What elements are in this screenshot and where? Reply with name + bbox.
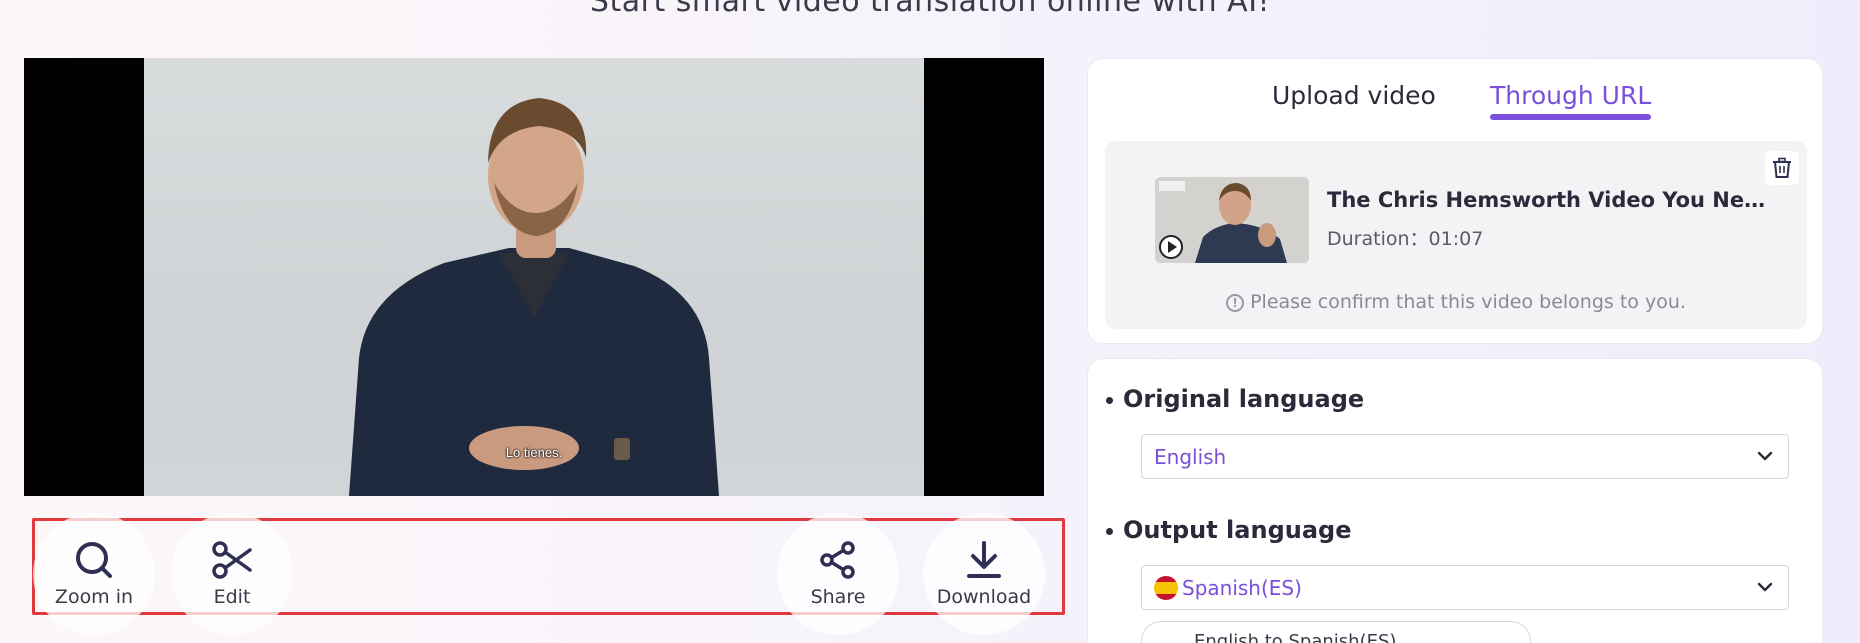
presenter-figure (349, 98, 719, 496)
video-frame: Lo tienes. (144, 58, 924, 496)
ownership-notice: ! Please confirm that this video belongs … (1105, 291, 1807, 313)
bullet-icon (1106, 396, 1113, 404)
share-button[interactable]: Share (777, 513, 899, 635)
chevron-down-icon (1757, 582, 1773, 592)
video-toolbar: Zoom in Edit Share Download (32, 513, 1065, 635)
output-language-label: Output language (1123, 516, 1352, 544)
edit-label: Edit (213, 586, 251, 608)
scissors-icon (212, 541, 252, 579)
language-pair-text: English to Spanish(ES) (1194, 630, 1397, 643)
tab-through-url[interactable]: Through URL (1490, 81, 1652, 120)
chevron-down-icon (1757, 451, 1773, 461)
edit-button[interactable]: Edit (171, 513, 293, 635)
tab-upload-video[interactable]: Upload video (1272, 81, 1436, 110)
video-title: The Chris Hemsworth Video You Need | ... (1327, 188, 1767, 212)
video-duration: Duration：01:07 (1327, 228, 1484, 250)
output-language-heading: Output language (1106, 516, 1352, 544)
play-icon[interactable] (1159, 235, 1183, 259)
language-settings-panel: Original language English Output languag… (1087, 358, 1823, 643)
trash-icon (1773, 157, 1791, 178)
original-language-select[interactable]: English (1141, 434, 1789, 479)
download-button[interactable]: Download (923, 513, 1045, 635)
video-subtitle: Lo tienes. (505, 445, 563, 460)
video-card: The Chris Hemsworth Video You Need | ...… (1105, 141, 1807, 329)
delete-video-button[interactable] (1765, 151, 1799, 185)
language-pair-chip[interactable]: English to Spanish(ES) (1141, 621, 1531, 643)
video-player[interactable]: Lo tienes. (24, 58, 1044, 496)
share-label: Share (810, 586, 866, 608)
output-language-value: Spanish(ES) (1182, 575, 1302, 600)
zoom-in-button[interactable]: Zoom in (33, 513, 155, 635)
bullet-icon (1106, 527, 1113, 535)
upload-panel: Upload video Through URL The Chris Hemsw… (1087, 58, 1823, 344)
share-icon (820, 541, 855, 579)
download-label: Download (936, 586, 1032, 608)
page-headline: Start smart video translation online wit… (589, 0, 1271, 19)
spain-flag-icon (1154, 575, 1178, 600)
zoom-in-icon (76, 542, 112, 578)
original-language-heading: Original language (1106, 385, 1365, 413)
output-language-select[interactable]: Spanish(ES) (1141, 565, 1789, 610)
video-thumbnail[interactable] (1155, 177, 1309, 263)
original-language-value: English (1154, 444, 1227, 469)
zoom-in-label: Zoom in (54, 586, 134, 608)
info-icon: ! (1226, 294, 1245, 312)
ownership-notice-text: Please confirm that this video belongs t… (1250, 291, 1686, 313)
download-icon (967, 541, 1001, 578)
original-language-label: Original language (1123, 385, 1365, 413)
